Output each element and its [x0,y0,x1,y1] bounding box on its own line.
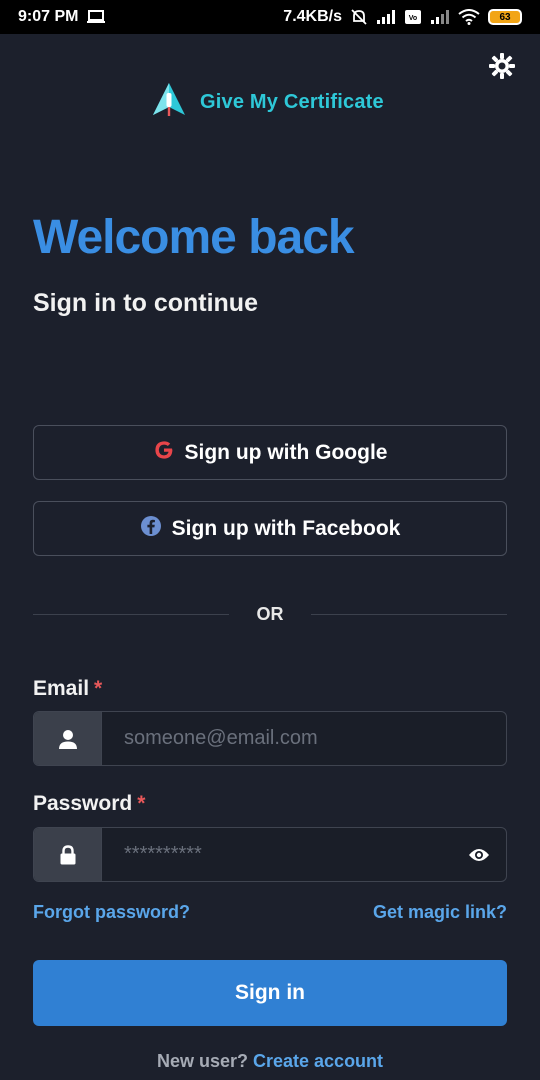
password-input-wrapper [102,828,452,881]
required-mark: * [137,792,146,815]
battery-level: 63 [499,11,511,23]
password-label: Password * [33,792,145,816]
brand: Give My Certificate [150,82,384,122]
google-signup-button[interactable]: Sign up with Google [33,425,507,480]
svg-text:Vo: Vo [409,15,417,22]
wifi-icon [458,9,480,25]
page-title: Welcome back [33,211,355,264]
password-input[interactable] [124,843,452,866]
network-speed: 7.4KB/s [283,8,342,25]
eye-icon [469,848,489,861]
google-icon [153,439,175,467]
or-divider: OR [33,601,507,627]
email-field-group [33,711,507,766]
user-icon [58,729,77,749]
password-addon [34,828,102,881]
battery-icon: 63 [488,9,522,25]
page-subtitle: Sign in to continue [33,289,258,317]
email-label: Email * [33,677,102,701]
google-button-label: Sign up with Google [184,440,388,464]
gear-icon [489,53,515,79]
magic-link-link[interactable]: Get magic link? [373,902,507,923]
rocket-icon [150,81,188,124]
sign-in-button[interactable]: Sign in [33,960,507,1026]
password-label-text: Password [33,792,133,815]
signal-icon-2 [430,10,450,24]
brand-name: Give My Certificate [200,90,384,113]
settings-button[interactable] [488,52,516,80]
lock-icon [60,844,75,864]
email-addon [34,712,102,765]
email-input-wrapper [102,712,506,765]
status-time: 9:07 PM [18,8,79,25]
status-right: 7.4KB/s Vo 63 [283,8,522,26]
create-account-link[interactable]: Create account [253,1051,383,1071]
facebook-button-label: Sign up with Facebook [171,516,401,540]
email-input[interactable] [124,727,506,750]
signal-icon [376,10,396,24]
divider-line-right [311,614,507,615]
facebook-signup-button[interactable]: Sign up with Facebook [33,501,507,556]
email-label-text: Email [33,677,90,700]
status-left: 9:07 PM [18,8,106,26]
volte-icon: Vo [404,9,422,25]
sign-in-button-label: Sign in [235,981,305,1004]
required-mark: * [94,677,103,700]
password-field-group [33,827,507,882]
laptop-icon [86,9,106,25]
new-user-text: New user? [156,1051,248,1071]
toggle-password-visibility[interactable] [452,828,506,881]
facebook-icon [140,515,162,543]
mute-alarm-icon [350,8,368,26]
forgot-password-link[interactable]: Forgot password? [33,902,190,923]
status-bar: 9:07 PM 7.4KB/s Vo 63 [0,0,540,34]
new-user-prompt: New user? Create account [0,1051,540,1072]
